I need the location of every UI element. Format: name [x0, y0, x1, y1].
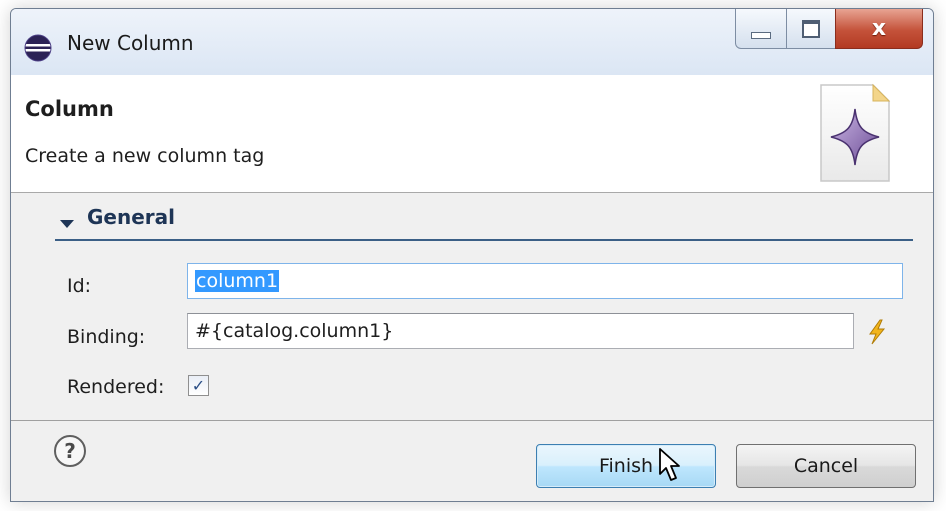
section-title: General [87, 205, 175, 229]
section-general-header[interactable]: General [55, 201, 913, 241]
wizard-header: Column Create a new column tag [11, 75, 933, 193]
page-description: Create a new column tag [25, 145, 265, 167]
minimize-button[interactable] [735, 9, 787, 49]
binding-label: Binding: [67, 326, 146, 348]
close-button[interactable]: x [835, 9, 923, 49]
page-title: Column [25, 97, 114, 121]
lightning-icon[interactable] [866, 319, 888, 349]
new-column-dialog: New Column x Column Create a new column … [10, 8, 934, 502]
minimize-icon [751, 32, 771, 39]
title-bar[interactable]: New Column x [11, 9, 933, 76]
mouse-cursor-icon [658, 447, 684, 487]
maximize-button[interactable] [786, 9, 836, 49]
close-icon: x [871, 15, 887, 41]
wizard-banner-image [817, 81, 893, 189]
window-title: New Column [67, 31, 194, 55]
maximize-icon [802, 19, 820, 38]
collapse-triangle-icon[interactable] [59, 215, 75, 234]
rendered-checkbox[interactable]: ✓ [188, 375, 209, 396]
eclipse-icon [23, 33, 53, 67]
cancel-button[interactable]: Cancel [736, 444, 916, 488]
binding-field[interactable]: #{catalog.column1} [187, 313, 854, 349]
id-field[interactable]: column1 [187, 263, 903, 299]
id-label: Id: [67, 275, 92, 297]
finish-button[interactable]: Finish [536, 444, 716, 488]
button-bar: ? Finish Cancel [11, 420, 933, 501]
svg-text:?: ? [64, 439, 76, 463]
id-value-selected: column1 [195, 270, 280, 292]
binding-value: #{catalog.column1} [195, 320, 394, 342]
help-icon[interactable]: ? [53, 434, 87, 472]
checkmark-icon: ✓ [191, 375, 206, 395]
rendered-label: Rendered: [67, 376, 165, 398]
